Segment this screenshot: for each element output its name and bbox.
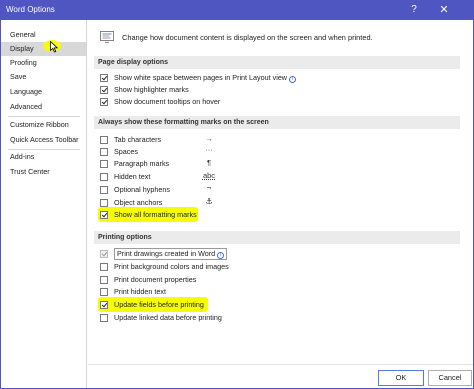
intro-text: Change how document content is displayed… <box>122 33 373 42</box>
sidebar-item-add-ins[interactable]: Add-ins <box>0 150 86 164</box>
sidebar: General Display Proofing Save Language A… <box>0 20 87 389</box>
footer-divider <box>88 364 474 365</box>
option-label: Update linked data before printing <box>114 313 222 322</box>
option-label: Print drawings created in Word <box>117 249 216 258</box>
sidebar-item-customize-ribbon[interactable]: Customize Ribbon <box>0 118 86 132</box>
display-options-panel: Change how document content is displayed… <box>88 20 474 389</box>
option-label: Spaces <box>114 147 138 156</box>
checkbox[interactable] <box>100 288 108 296</box>
checkbox[interactable] <box>100 301 108 309</box>
option-label: Show highlighter marks <box>114 85 189 94</box>
hidden-text-symbol: abc <box>202 171 216 180</box>
ok-button[interactable]: OK <box>378 370 424 386</box>
option-label: Optional hyphens <box>114 185 170 194</box>
display-icon <box>100 31 114 43</box>
paragraph-mark-symbol: ¶ <box>206 158 212 167</box>
info-icon: i <box>217 252 225 259</box>
title-bar: Word Options ? ✕ <box>0 0 474 20</box>
tab-mark-symbol: → <box>205 134 213 143</box>
option-label: Show document tooltips on hover <box>114 97 221 106</box>
mouse-pointer-icon <box>50 41 58 53</box>
section-printing-options: Printing options <box>94 231 460 244</box>
sidebar-item-general[interactable]: General <box>0 28 86 42</box>
sidebar-item-proofing[interactable]: Proofing <box>0 56 86 70</box>
checkbox[interactable] <box>100 136 108 144</box>
sidebar-item-quick-access-toolbar[interactable]: Quick Access Toolbar <box>0 133 86 147</box>
sidebar-item-trust-center[interactable]: Trust Center <box>0 165 86 179</box>
cancel-button[interactable]: Cancel <box>428 370 472 386</box>
checkbox[interactable] <box>100 86 108 94</box>
sidebar-item-advanced[interactable]: Advanced <box>0 100 86 114</box>
checkbox[interactable] <box>100 199 108 207</box>
window-title: Word Options <box>6 5 55 14</box>
option-label: Tab characters <box>114 135 162 144</box>
optional-hyphen-symbol: ¬ <box>206 183 212 192</box>
checkbox[interactable] <box>100 211 108 219</box>
section-page-display: Page display options <box>94 56 460 69</box>
close-button[interactable]: ✕ <box>432 0 456 20</box>
space-mark-symbol: ··· <box>205 145 213 154</box>
checkbox[interactable] <box>100 250 108 258</box>
option-label: Show white space between pages in Print … <box>114 73 288 82</box>
checkbox[interactable] <box>100 74 108 82</box>
option-label: Hidden text <box>114 172 151 181</box>
option-label: Print document properties <box>114 275 197 284</box>
sidebar-item-language[interactable]: Language <box>0 85 86 99</box>
anchor-icon: ⚓ <box>205 196 213 206</box>
option-label: Show all formatting marks <box>114 210 197 219</box>
checkbox[interactable] <box>100 160 108 168</box>
sidebar-item-save[interactable]: Save <box>0 70 86 84</box>
sidebar-divider <box>8 116 80 117</box>
checkbox[interactable] <box>100 98 108 106</box>
option-label: Update fields before printing <box>114 300 204 309</box>
checkbox[interactable] <box>100 314 108 322</box>
checkbox[interactable] <box>100 173 108 181</box>
checkbox[interactable] <box>100 148 108 156</box>
help-button[interactable]: ? <box>402 0 426 20</box>
section-formatting-marks: Always show these formatting marks on th… <box>94 116 460 129</box>
option-label: Print background colors and images <box>114 262 229 271</box>
checkbox[interactable] <box>100 276 108 284</box>
info-icon: i <box>289 76 297 83</box>
checkbox[interactable] <box>100 186 108 194</box>
checkbox[interactable] <box>100 263 108 271</box>
option-label: Paragraph marks <box>114 159 170 168</box>
